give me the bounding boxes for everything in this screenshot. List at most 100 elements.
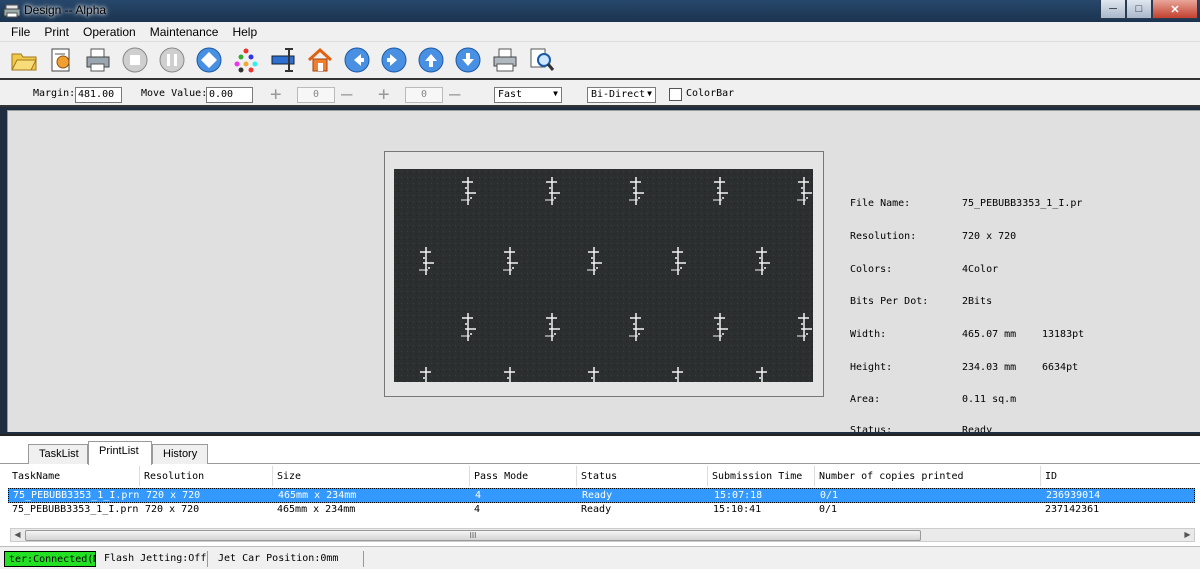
print-preview-image <box>394 169 813 382</box>
close-button[interactable]: ✕ <box>1152 0 1198 19</box>
menu-print[interactable]: Print <box>37 25 76 39</box>
cell-taskname: 75_PEBUBB3353_1_I.prn <box>12 504 139 515</box>
cell-submission-time: 15:07:18 <box>714 490 763 501</box>
move-value-input[interactable]: 0.00 <box>206 87 253 103</box>
column-header-pass-mode[interactable]: Pass Mode <box>470 466 577 486</box>
cell-pass-mode: 4 <box>475 490 482 501</box>
colorbar-checkbox[interactable] <box>669 88 682 101</box>
height-mm-value: 234.03 mm <box>962 362 1017 373</box>
table-row[interactable]: 75_PEBUBB3353_1_I.prn 720 x 720 465mm x … <box>8 488 1195 503</box>
bits-per-dot-label: Bits Per Dot: <box>850 296 929 307</box>
plus-icon[interactable]: + <box>270 85 281 104</box>
scroll-right-icon[interactable]: ▶ <box>1181 529 1194 541</box>
column-header-copies[interactable]: Number of copies printed <box>815 466 1041 486</box>
file-name-value: 75_PEBUBB3353_1_I.pr <box>962 198 1083 209</box>
connection-status: ter:Connected(M <box>4 551 96 567</box>
margin-label: Margin: <box>33 88 76 99</box>
preview-area: File Name: 75_PEBUBB3353_1_I.pr Resoluti… <box>7 110 1200 432</box>
column-header-size[interactable]: Size <box>273 466 470 486</box>
align-icon <box>271 48 294 72</box>
offset-x-input[interactable]: 0 <box>297 87 335 103</box>
arrow-down-icon <box>455 47 480 73</box>
scrollbar-thumb[interactable]: III <box>25 530 921 541</box>
dropdown-arrow-icon: ▼ <box>647 89 652 98</box>
print-button[interactable] <box>82 45 113 76</box>
column-header-taskname[interactable]: TaskName <box>8 466 140 486</box>
cell-size: 465mm x 234mm <box>278 490 357 501</box>
preview-frame <box>384 151 824 397</box>
cell-id: 236939014 <box>1046 490 1101 501</box>
move-value-label: Move Value: <box>141 88 208 99</box>
tab-history[interactable]: History <box>152 444 208 464</box>
table-row[interactable]: 75_PEBUBB3353_1_I.prn 720 x 720 465mm x … <box>8 503 1195 518</box>
resolution-value: 720 x 720 <box>962 231 1017 242</box>
tab-strip: TaskList PrintList History <box>0 436 1200 465</box>
diamond-icon <box>196 47 221 73</box>
offset-y-input[interactable]: 0 <box>405 87 443 103</box>
cell-resolution: 720 x 720 <box>145 504 200 515</box>
colorbar-label: ColorBar <box>686 88 735 99</box>
home-button[interactable] <box>304 45 335 76</box>
color-button[interactable] <box>230 45 261 76</box>
tab-tasklist[interactable]: TaskList <box>28 444 88 464</box>
colors-label: Colors: <box>850 264 893 275</box>
align-button[interactable] <box>267 45 298 76</box>
settings-button[interactable] <box>45 45 76 76</box>
toolbar <box>0 42 1200 78</box>
open-button[interactable] <box>8 45 39 76</box>
tab-printlist[interactable]: PrintList <box>88 441 152 465</box>
print-preview-button[interactable] <box>489 45 520 76</box>
cell-status: Ready <box>582 490 613 501</box>
area-value: 0.11 sq.m <box>962 394 1017 405</box>
resolution-label: Resolution: <box>850 231 917 242</box>
minimize-icon: ─ <box>1109 3 1117 15</box>
printer-icon <box>86 48 109 72</box>
menu-maintenance[interactable]: Maintenance <box>143 25 226 39</box>
height-pt-value: 6634pt <box>1042 362 1079 373</box>
flash-jetting-status: Flash Jetting:Off <box>100 551 208 567</box>
cell-id: 237142361 <box>1045 504 1100 515</box>
zoom-button[interactable] <box>526 45 557 76</box>
minimize-button[interactable]: ─ <box>1100 0 1126 19</box>
stop-button[interactable] <box>119 45 150 76</box>
menu-help[interactable]: Help <box>225 25 264 39</box>
color-dots-icon <box>234 48 257 73</box>
print-preview-icon <box>493 48 516 72</box>
maximize-button[interactable]: □ <box>1126 0 1152 19</box>
column-header-submission-time[interactable]: Submission Time <box>708 466 815 486</box>
cell-taskname: 75_PEBUBB3353_1_I.prn <box>13 490 140 501</box>
margin-input[interactable]: 481.00 <box>75 87 122 103</box>
horizontal-scrollbar[interactable]: ◀ III ▶ <box>10 528 1195 542</box>
file-name-label: File Name: <box>850 198 911 209</box>
move-left-button[interactable] <box>341 45 372 76</box>
area-label: Area: <box>850 394 881 405</box>
minus-icon[interactable]: — <box>449 85 460 104</box>
scroll-left-icon[interactable]: ◀ <box>11 529 24 541</box>
cell-size: 465mm x 234mm <box>277 504 356 515</box>
move-down-button[interactable] <box>452 45 483 76</box>
dropdown-arrow-icon: ▼ <box>553 89 558 98</box>
pause-button[interactable] <box>156 45 187 76</box>
arrow-right-icon <box>381 47 406 73</box>
title-bar: Design -- Alpha ─ □ ✕ <box>0 0 1200 22</box>
width-pt-value: 13183pt <box>1042 329 1085 340</box>
center-button[interactable] <box>193 45 224 76</box>
status-label: Status: <box>850 425 893 432</box>
table-header: TaskName Resolution Size Pass Mode Statu… <box>8 466 1195 486</box>
home-icon <box>307 47 332 72</box>
column-header-status[interactable]: Status <box>577 466 708 486</box>
minus-icon[interactable]: — <box>341 85 352 104</box>
plus-icon[interactable]: + <box>378 85 389 104</box>
menu-operation[interactable]: Operation <box>76 25 143 39</box>
width-mm-value: 465.07 mm <box>962 329 1017 340</box>
move-up-button[interactable] <box>415 45 446 76</box>
column-header-resolution[interactable]: Resolution <box>140 466 273 486</box>
direction-select[interactable]: Bi-Direct ▼ <box>587 87 656 103</box>
cell-status: Ready <box>581 504 612 515</box>
speed-select[interactable]: Fast ▼ <box>494 87 562 103</box>
height-label: Height: <box>850 362 893 373</box>
column-header-id[interactable]: ID <box>1041 466 1195 486</box>
move-right-button[interactable] <box>378 45 409 76</box>
cell-submission-time: 15:10:41 <box>713 504 762 515</box>
menu-file[interactable]: File <box>4 25 37 39</box>
